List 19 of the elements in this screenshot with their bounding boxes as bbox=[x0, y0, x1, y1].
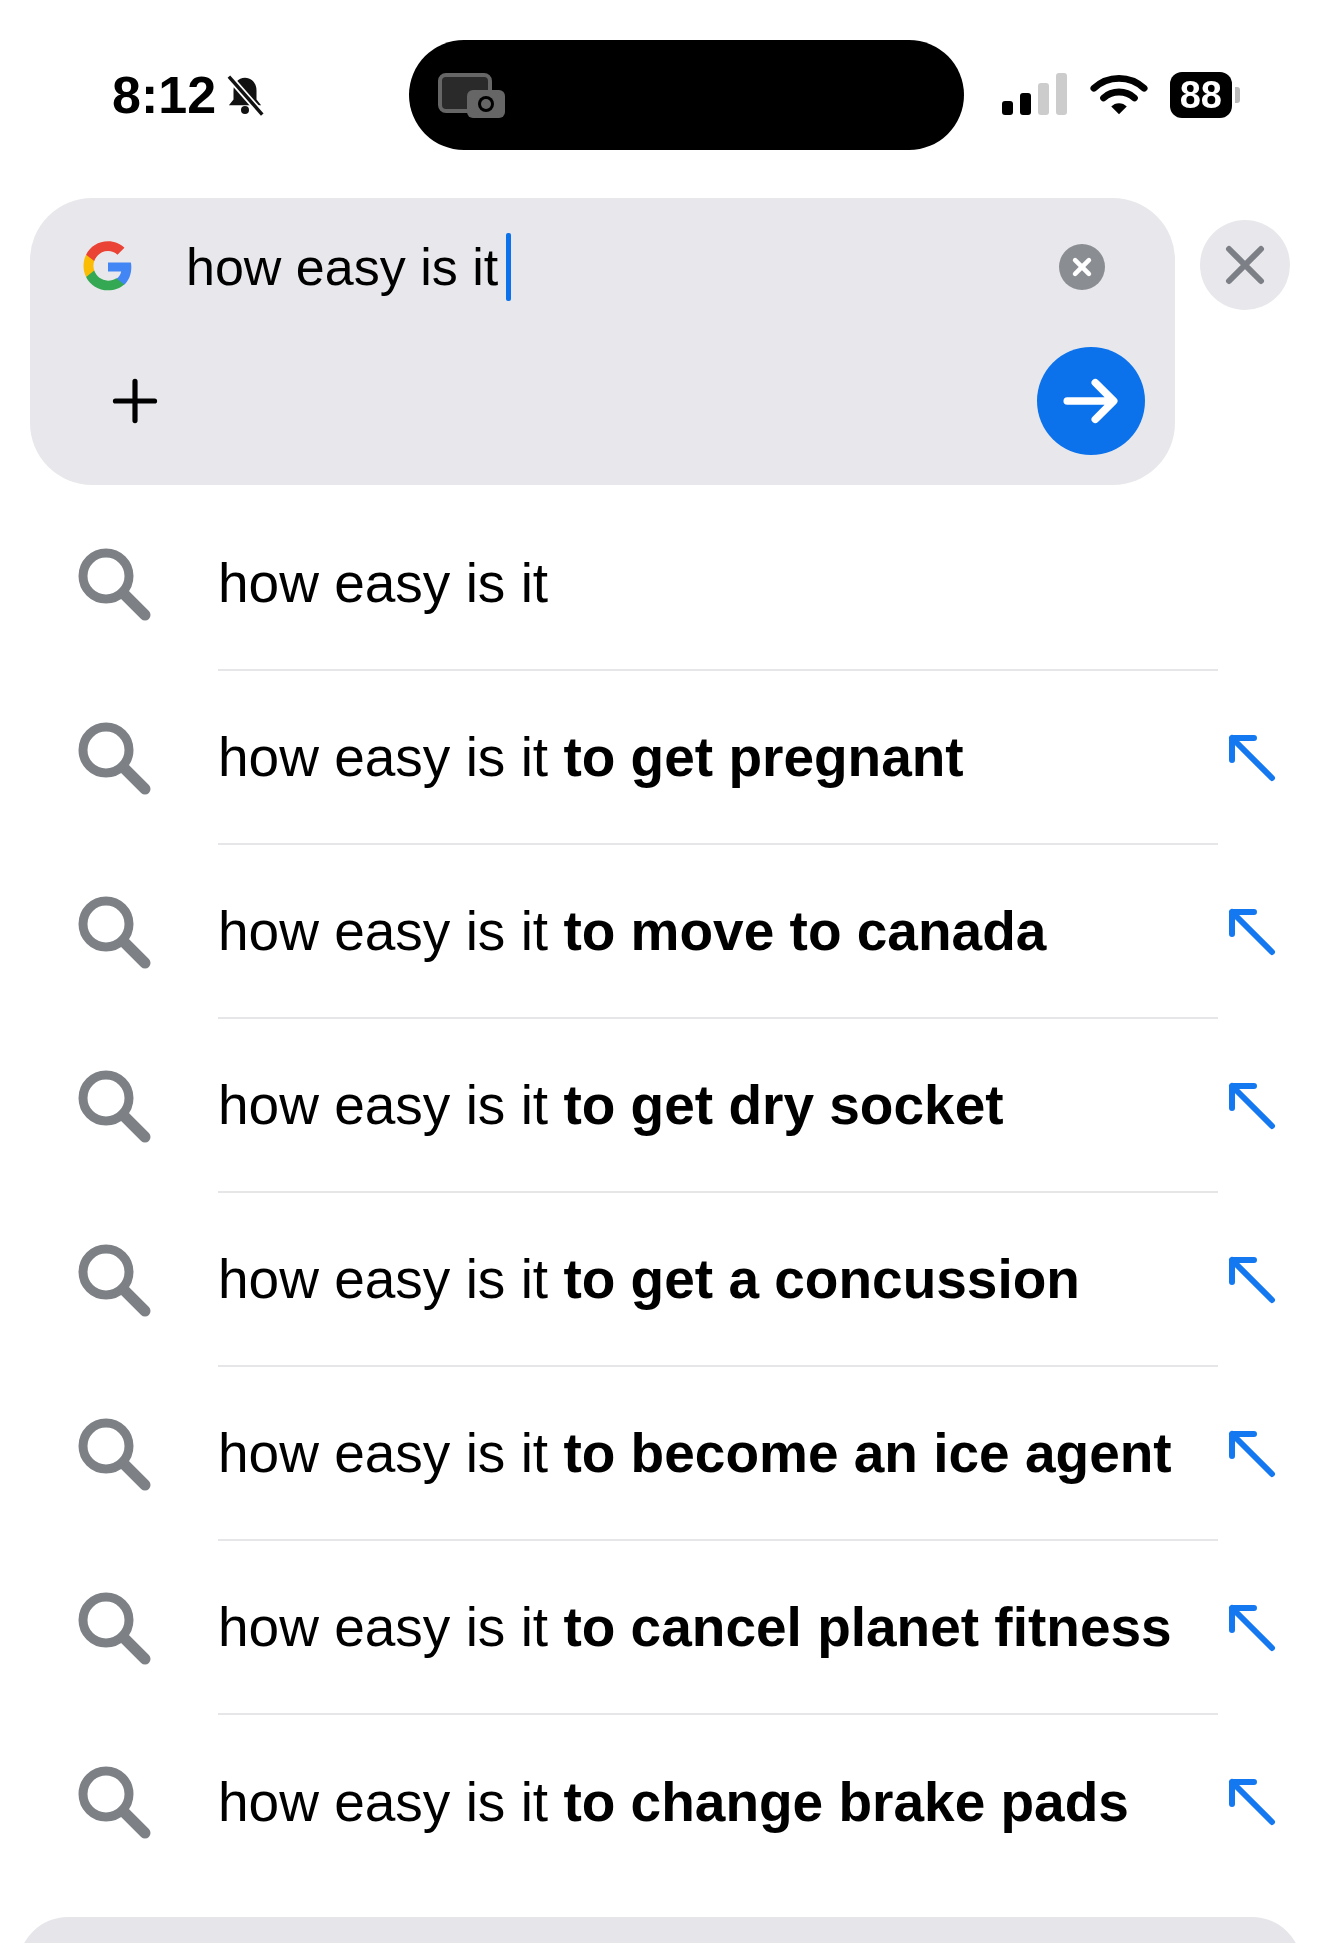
suggestion-text: how easy is it bbox=[218, 551, 549, 616]
suggestion-item[interactable]: how easy is it to change brake pads bbox=[0, 1715, 1320, 1889]
suggestion-text: how easy is it to cancel planet fitness bbox=[218, 1595, 1172, 1660]
status-time: 8:12 bbox=[112, 65, 217, 125]
suggestion-text: how easy is it to get pregnant bbox=[218, 725, 964, 790]
suggestion-item[interactable]: how easy is it to get pregnant bbox=[0, 671, 1320, 845]
suggestion-item[interactable]: how easy is it to become an ice agent bbox=[0, 1367, 1320, 1541]
suggestion-item[interactable]: how easy is it bbox=[0, 497, 1320, 671]
search-field[interactable]: how easy is it bbox=[186, 233, 1059, 301]
suggestion-text: how easy is it to move to canada bbox=[218, 899, 1047, 964]
battery-indicator: 88 bbox=[1169, 72, 1240, 118]
suggestion-item[interactable]: how easy is it to cancel planet fitness bbox=[0, 1541, 1320, 1715]
suggestion-text: how easy is it to get dry socket bbox=[218, 1073, 1004, 1138]
suggestion-text: how easy is it to get a concussion bbox=[218, 1247, 1080, 1312]
suggestion-item[interactable]: how easy is it to move to canada bbox=[0, 845, 1320, 1019]
suggestion-text: how easy is it to change brake pads bbox=[218, 1770, 1129, 1835]
suggestion-item[interactable]: how easy is it to get dry socket bbox=[0, 1019, 1320, 1193]
suggestion-text: how easy is it to become an ice agent bbox=[218, 1421, 1172, 1486]
suggestion-item[interactable]: how easy is it to get a concussion bbox=[0, 1193, 1320, 1367]
